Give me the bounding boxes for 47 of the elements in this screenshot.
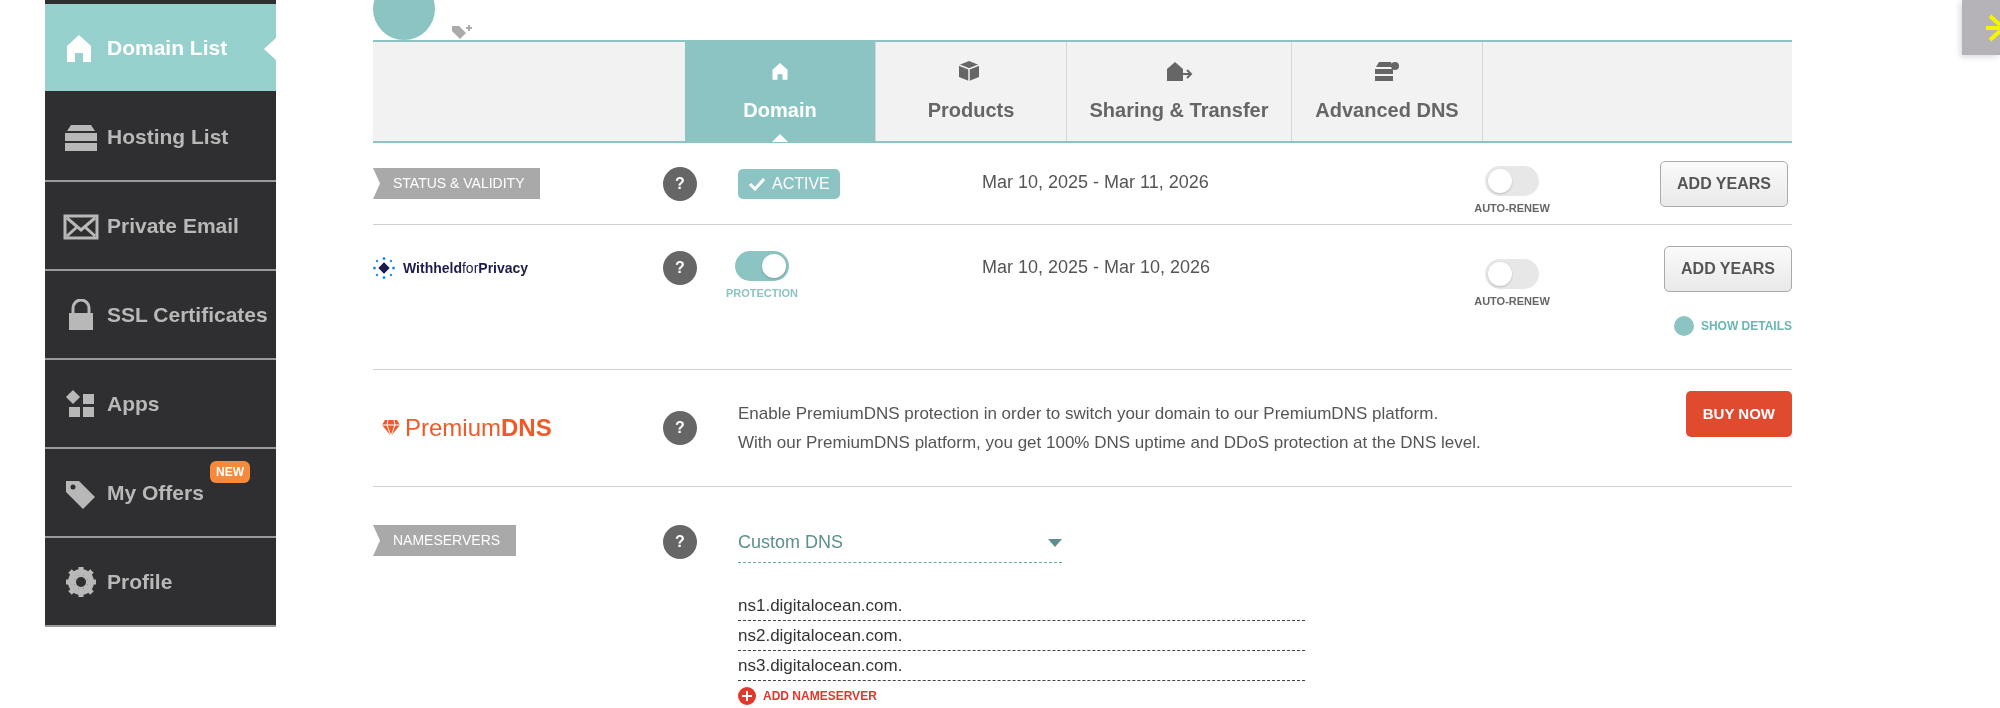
pointer-notch xyxy=(264,38,276,60)
toggle-label: AUTO-RENEW xyxy=(1474,201,1550,217)
gem-icon xyxy=(381,419,401,437)
nameserver-field[interactable]: ns2.digitalocean.com. xyxy=(738,621,1305,651)
diamond-dots-icon xyxy=(373,257,395,279)
description-text: Enable PremiumDNS protection in order to switch your domain to our PremiumDNS platform. xyxy=(738,403,1440,425)
caret-icon xyxy=(1048,538,1062,547)
gear-icon xyxy=(63,565,99,598)
sidebar-item[interactable]: SSL Certificates xyxy=(45,271,276,360)
toggle-label: AUTO-RENEW xyxy=(1474,294,1550,309)
nameserver-field[interactable]: ns1.digitalocean.com. xyxy=(738,591,1305,621)
status-badge: ACTIVE xyxy=(738,168,840,199)
toggle-switch[interactable] xyxy=(1485,259,1539,289)
help-icon[interactable]: ? xyxy=(663,411,697,445)
floating-widget[interactable] xyxy=(1962,0,2000,55)
new-badge: NEW xyxy=(210,461,250,483)
tab[interactable]: Products xyxy=(876,42,1067,141)
add-years-button[interactable]: ADD YEARS xyxy=(1660,160,1788,207)
date-range: Mar 10, 2025 - Mar 11, 2026 xyxy=(982,171,1209,192)
buy-now-button[interactable]: BUY NOW xyxy=(1685,390,1792,438)
sidebar-item[interactable]: My Offers NEW xyxy=(45,449,276,538)
privacy-logo-text: WithheldforPrivacy xyxy=(403,258,529,278)
dns-type-dropdown[interactable]: Custom DNS xyxy=(738,525,1062,563)
tag-plus-icon[interactable] xyxy=(451,24,473,40)
sidebar-item[interactable]: Apps xyxy=(45,360,276,449)
toggle-switch[interactable] xyxy=(735,251,789,281)
nameserver-field[interactable]: ns3.digitalocean.com. xyxy=(738,651,1305,681)
date-range: Mar 10, 2025 - Mar 10, 2026 xyxy=(982,257,1211,277)
tab[interactable]: Advanced DNS xyxy=(1292,42,1483,141)
sidebar-item[interactable]: Profile xyxy=(45,538,276,627)
plus-circle-icon xyxy=(738,687,756,705)
help-icon[interactable]: ? xyxy=(663,525,697,559)
tab[interactable]: Sharing & Transfer xyxy=(1067,42,1292,141)
sidebar-item[interactable]: Private Email xyxy=(45,182,276,271)
help-icon[interactable]: ? xyxy=(663,251,697,285)
description-text: With our PremiumDNS platform, you get 100% DNS uptime and DDoS protection at the DNS level. xyxy=(738,432,1482,454)
check-icon xyxy=(748,176,766,191)
toggle-label: PROTECTION xyxy=(725,286,799,301)
section-label: STATUS & VALIDITY xyxy=(373,168,541,199)
help-icon[interactable]: ? xyxy=(663,166,697,201)
pointer-notch xyxy=(772,134,788,142)
add-nameserver-button[interactable]: ADD NAMESERVER xyxy=(738,687,877,705)
add-years-button[interactable]: ADD YEARS xyxy=(1664,246,1792,292)
sidebar-item[interactable]: Hosting List xyxy=(45,93,276,182)
toggle-switch[interactable] xyxy=(1485,166,1539,197)
premium-dns-logo-text: PremiumDNS xyxy=(405,413,552,443)
section-label: NAMESERVERS xyxy=(373,525,517,556)
